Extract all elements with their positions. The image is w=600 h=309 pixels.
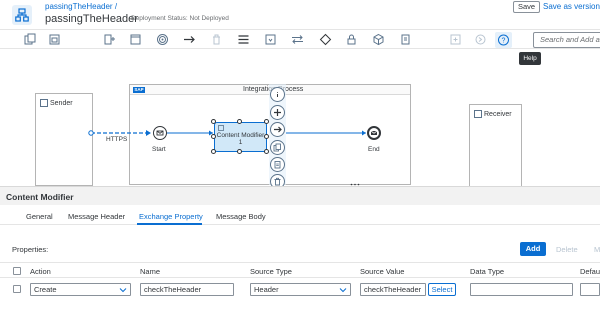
page-title: passingTheHeader <box>45 13 138 25</box>
end-label: End <box>368 146 380 153</box>
add-step-button[interactable] <box>270 105 285 120</box>
property-panel: Content Modifier General Message Header … <box>0 186 600 309</box>
tab-message-body[interactable]: Message Body <box>216 212 266 221</box>
properties-label: Properties: <box>12 245 49 254</box>
svg-text:?: ? <box>502 38 506 45</box>
source-type-select[interactable]: Header <box>250 283 351 296</box>
step-number: 1 <box>238 139 243 146</box>
resize-handle[interactable] <box>237 119 242 124</box>
column-default: Defau <box>580 267 600 276</box>
active-tab-indicator <box>137 223 202 225</box>
chevron-down-icon <box>119 288 127 293</box>
palette-toolbar: ? Search and Add a <box>0 29 600 49</box>
chevron-down-icon <box>339 288 347 293</box>
trash-icon <box>274 177 281 186</box>
help-tooltip: Help <box>519 52 541 65</box>
menu-icon[interactable] <box>237 33 250 46</box>
column-action: Action <box>30 267 51 276</box>
process-icon[interactable] <box>48 33 61 46</box>
paste-button[interactable] <box>270 157 285 172</box>
column-source-type: Source Type <box>250 267 292 276</box>
table-row: Create checkTheHeader Header checkTheHea… <box>0 278 600 300</box>
tab-general[interactable]: General <box>26 212 53 221</box>
zoom-in-icon[interactable] <box>449 33 462 46</box>
adapter-label[interactable]: HTTPS <box>106 136 127 143</box>
undo-icon[interactable] <box>474 33 487 46</box>
routing-icon[interactable] <box>291 33 304 46</box>
connect-button[interactable] <box>270 122 285 137</box>
column-name: Name <box>140 267 161 276</box>
help-icon: ? <box>498 34 509 46</box>
app-header: passingTheHeader / passingTheHeader Depl… <box>0 0 600 29</box>
help-button[interactable]: ? <box>495 32 512 48</box>
step-label: Content Modifier <box>216 132 265 139</box>
search-input[interactable]: Search and Add a <box>533 32 600 48</box>
add-icon <box>274 109 281 116</box>
content-modifier-icon <box>218 125 224 131</box>
source-value-field[interactable]: checkTheHeader <box>360 283 426 296</box>
end-event[interactable] <box>367 126 381 140</box>
column-source-value: Source Value <box>360 267 405 276</box>
table-header: Action Name Source Type Source Value Dat… <box>0 262 600 278</box>
property-tabs: General Message Header Exchange Property… <box>0 205 600 225</box>
select-button[interactable]: Select <box>428 283 456 296</box>
source-type-value: Header <box>254 285 279 294</box>
data-type-field[interactable] <box>470 283 573 296</box>
name-field[interactable]: checkTheHeader <box>140 283 234 296</box>
envelope-icon <box>370 130 378 135</box>
add-button[interactable]: Add <box>520 242 546 256</box>
connector-icon[interactable] <box>183 33 196 46</box>
envelope-icon <box>156 130 164 136</box>
connections <box>88 130 366 136</box>
resize-handle[interactable] <box>211 149 216 154</box>
breadcrumb[interactable]: passingTheHeader / <box>45 2 117 11</box>
tab-exchange-property[interactable]: Exchange Property <box>139 212 203 221</box>
security-icon[interactable] <box>345 33 358 46</box>
gateway-icon[interactable] <box>319 33 332 46</box>
action-select[interactable]: Create <box>30 283 131 296</box>
clipboard-icon[interactable] <box>399 33 412 46</box>
copy-button[interactable] <box>270 140 285 155</box>
resize-handle[interactable] <box>211 119 216 124</box>
delete-step-button[interactable] <box>270 174 285 186</box>
transform-icon[interactable] <box>103 33 116 46</box>
panel-title: Content Modifier <box>6 192 74 202</box>
info-button[interactable] <box>270 87 285 102</box>
resize-handle[interactable] <box>211 134 216 139</box>
action-value: Create <box>34 285 57 294</box>
integration-flow-icon <box>12 5 32 25</box>
copy-icon <box>273 143 281 152</box>
save-button[interactable]: Save <box>513 1 541 13</box>
row-checkbox[interactable] <box>13 285 21 293</box>
window-icon[interactable] <box>129 33 142 46</box>
content-modifier-step[interactable]: Content Modifier 1 <box>214 122 267 152</box>
tab-message-header[interactable]: Message Header <box>68 212 125 221</box>
events-icon[interactable] <box>156 33 169 46</box>
resize-handle[interactable] <box>237 149 242 154</box>
start-event[interactable] <box>153 126 167 140</box>
persistence-icon[interactable] <box>372 33 385 46</box>
call-icon[interactable] <box>264 33 277 46</box>
default-field[interactable] <box>580 283 600 296</box>
paste-icon <box>274 161 281 169</box>
save-as-version-button[interactable]: Save as version <box>543 2 600 11</box>
column-data-type: Data Type <box>470 267 505 276</box>
process-canvas[interactable]: Sender Receiver SAP Integration Process … <box>0 49 600 186</box>
more-button[interactable]: M <box>594 245 600 254</box>
deployment-status: Deployment Status: Not Deployed <box>131 15 229 22</box>
select-all-checkbox[interactable] <box>13 267 21 275</box>
participants-icon[interactable] <box>24 33 37 46</box>
delete-button[interactable]: Delete <box>556 245 578 254</box>
arrow-right-icon <box>274 126 282 133</box>
delete-icon[interactable] <box>210 33 223 46</box>
info-icon <box>277 92 278 97</box>
start-label: Start <box>152 146 166 153</box>
panel-header: Content Modifier <box>0 187 600 205</box>
